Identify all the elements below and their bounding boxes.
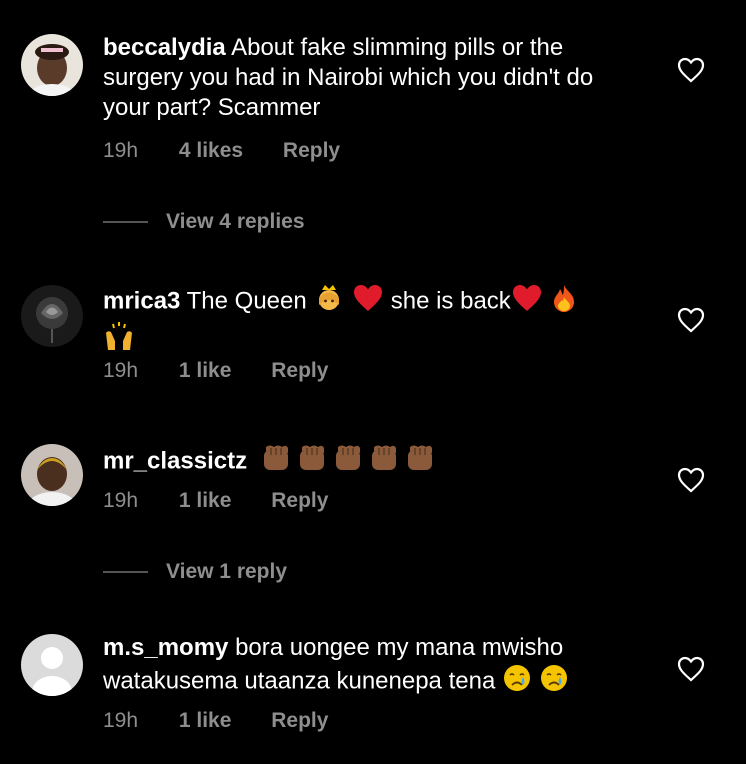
comment-meta: 19h 4 likes Reply xyxy=(103,139,340,163)
comment-body: The Queen xyxy=(186,287,307,315)
fire-emoji xyxy=(549,283,579,321)
replies-divider xyxy=(103,221,148,223)
likes-count[interactable]: 1 like xyxy=(179,489,232,513)
likes-count[interactable]: 4 likes xyxy=(179,139,243,163)
raised-fist-dark-emoji xyxy=(368,442,400,482)
crying-face-emoji xyxy=(502,663,532,701)
comment-time: 19h xyxy=(103,139,139,162)
comment-body-2: she is back xyxy=(390,287,511,315)
comment-text: mr_classictz xyxy=(103,442,643,482)
reply-button[interactable]: Reply xyxy=(271,489,328,513)
comment-text: beccalydia About fake slimming pills or … xyxy=(103,33,643,123)
red-heart-emoji xyxy=(511,283,543,321)
comment-time: 19h xyxy=(103,709,139,732)
comment-meta: 19h 1 like Reply xyxy=(103,489,328,513)
avatar[interactable] xyxy=(21,285,83,347)
raised-hands-emoji xyxy=(103,321,135,359)
comment-username[interactable]: beccalydia xyxy=(103,34,226,61)
reply-button[interactable]: Reply xyxy=(271,359,328,383)
heart-icon[interactable] xyxy=(677,467,705,493)
comment-text: m.s_momy bora uongee my mana mwisho wata… xyxy=(103,633,643,701)
view-replies-button[interactable]: View 1 reply xyxy=(103,560,287,584)
reply-button[interactable]: Reply xyxy=(283,139,340,163)
heart-icon[interactable] xyxy=(677,656,705,682)
comment-time: 19h xyxy=(103,359,139,382)
view-replies-button[interactable]: View 4 replies xyxy=(103,210,305,234)
comment-text: mrica3 The Queen she is back xyxy=(103,283,643,359)
comment-time: 19h xyxy=(103,489,139,512)
avatar[interactable] xyxy=(21,634,83,696)
likes-count[interactable]: 1 like xyxy=(179,359,232,383)
likes-count[interactable]: 1 like xyxy=(179,709,232,733)
raised-fist-dark-emoji xyxy=(404,442,436,482)
comment-username[interactable]: m.s_momy xyxy=(103,634,228,661)
replies-divider xyxy=(103,571,148,573)
view-replies-label: View 1 reply xyxy=(166,560,288,583)
comment-username[interactable]: mrica3 xyxy=(103,287,180,314)
raised-fist-dark-emoji xyxy=(296,442,328,482)
red-heart-emoji xyxy=(352,283,384,321)
raised-fist-dark-emoji xyxy=(260,442,292,482)
heart-icon[interactable] xyxy=(677,57,705,83)
raised-fist-dark-emoji xyxy=(332,442,364,482)
reply-button[interactable]: Reply xyxy=(271,709,328,733)
view-replies-label: View 4 replies xyxy=(166,210,305,233)
avatar[interactable] xyxy=(21,34,83,96)
heart-icon[interactable] xyxy=(677,307,705,333)
princess-emoji xyxy=(313,283,345,321)
avatar[interactable] xyxy=(21,444,83,506)
comment-meta: 19h 1 like Reply xyxy=(103,709,328,733)
comment-username[interactable]: mr_classictz xyxy=(103,447,247,474)
crying-face-emoji xyxy=(539,663,569,701)
comment-meta: 19h 1 like Reply xyxy=(103,359,328,383)
